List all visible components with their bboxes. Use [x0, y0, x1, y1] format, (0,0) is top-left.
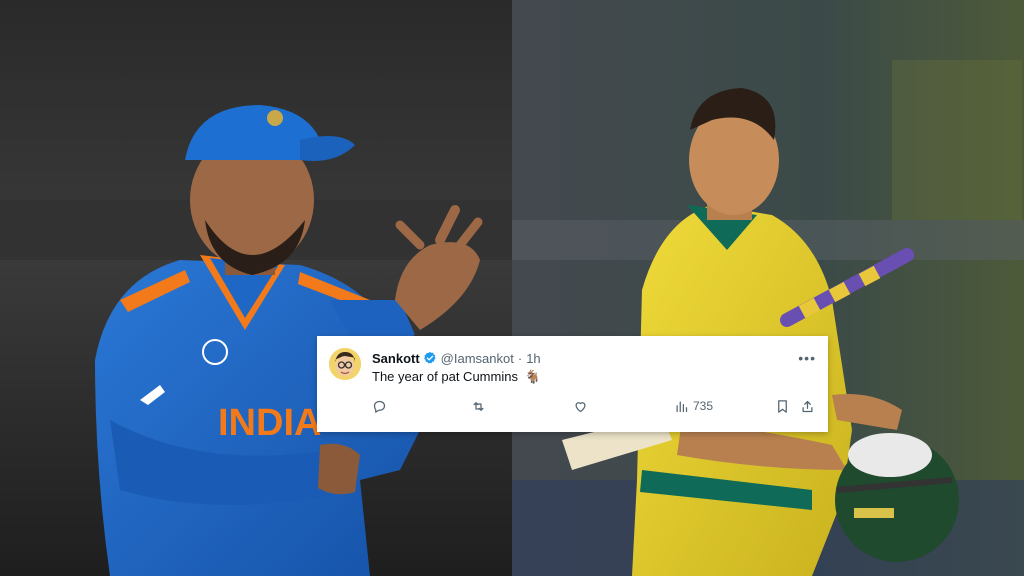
right-player-photo — [512, 0, 1024, 576]
like-icon — [575, 401, 586, 412]
retweet-button[interactable] — [471, 396, 486, 416]
like-button[interactable] — [573, 396, 588, 416]
tweet-time[interactable]: 1h — [526, 351, 540, 366]
views-button[interactable]: 735 — [674, 396, 713, 416]
tweet-card: Sankott @Iamsankot · 1h ••• The year of … — [317, 336, 828, 432]
avatar-cartoon-icon — [329, 348, 361, 380]
jersey-text: INDIA — [218, 402, 321, 444]
share-icon — [802, 400, 813, 412]
share-button[interactable] — [800, 396, 815, 416]
views-count: 735 — [693, 399, 714, 413]
reply-button[interactable] — [372, 396, 387, 416]
author-name[interactable]: Sankott — [372, 351, 420, 366]
more-icon[interactable]: ••• — [798, 351, 816, 365]
tweet-body: The year of pat Cummins — [372, 369, 518, 384]
verified-badge-icon — [423, 351, 436, 364]
tweet-text: The year of pat Cummins 🐐 — [372, 369, 541, 385]
goat-emoji: 🐐 — [524, 369, 541, 384]
tweet-header: Sankott @Iamsankot · 1h ••• — [372, 349, 816, 367]
bookmark-icon — [778, 399, 787, 413]
left-player-photo: INDIA — [0, 0, 512, 576]
avatar[interactable] — [329, 348, 361, 380]
reply-icon — [373, 400, 386, 413]
bookmark-button[interactable] — [775, 396, 790, 416]
separator-dot: · — [517, 350, 523, 366]
retweet-icon — [473, 401, 484, 411]
tweet-actions: 735 — [372, 396, 816, 416]
author-handle[interactable]: @Iamsankot — [441, 351, 514, 366]
views-icon — [676, 401, 688, 412]
